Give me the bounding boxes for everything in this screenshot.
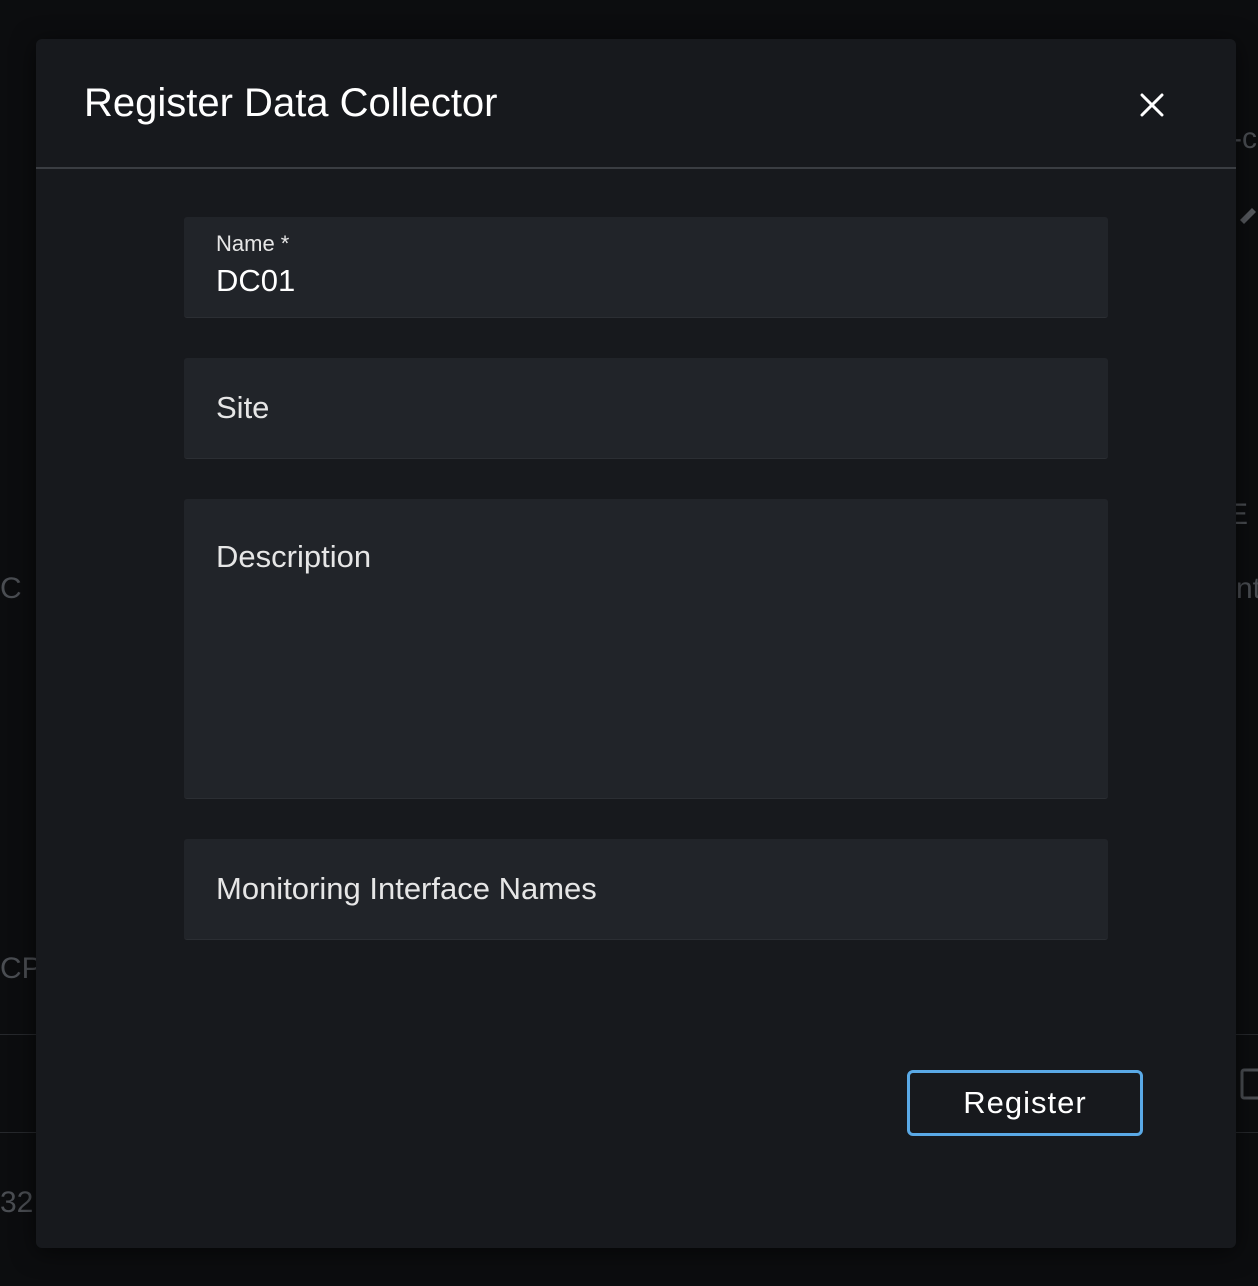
close-icon xyxy=(1140,93,1164,117)
calendar-icon xyxy=(1238,1064,1258,1112)
name-field[interactable]: Name * DC01 xyxy=(184,217,1108,318)
name-field-label: Name * xyxy=(216,231,290,256)
background-text-fragment: C xyxy=(0,572,22,605)
dialog-title: Register Data Collector xyxy=(84,81,498,125)
register-button[interactable]: Register xyxy=(907,1070,1143,1136)
edit-icon xyxy=(1236,198,1258,236)
dialog-header: Register Data Collector xyxy=(36,39,1236,169)
background-text-fragment: nt xyxy=(1236,572,1258,605)
close-button[interactable] xyxy=(1132,85,1172,125)
site-field[interactable]: Site xyxy=(184,358,1108,459)
monitoring-interface-names-field[interactable]: Monitoring Interface Names xyxy=(184,839,1108,940)
site-field-placeholder: Site xyxy=(216,390,270,425)
register-data-collector-dialog: Register Data Collector Name * DC01 Site… xyxy=(36,39,1236,1248)
description-field-placeholder: Description xyxy=(216,539,372,574)
name-field-value: DC01 xyxy=(216,263,296,298)
description-field[interactable]: Description xyxy=(184,499,1108,799)
monitoring-interface-names-placeholder: Monitoring Interface Names xyxy=(216,871,597,906)
